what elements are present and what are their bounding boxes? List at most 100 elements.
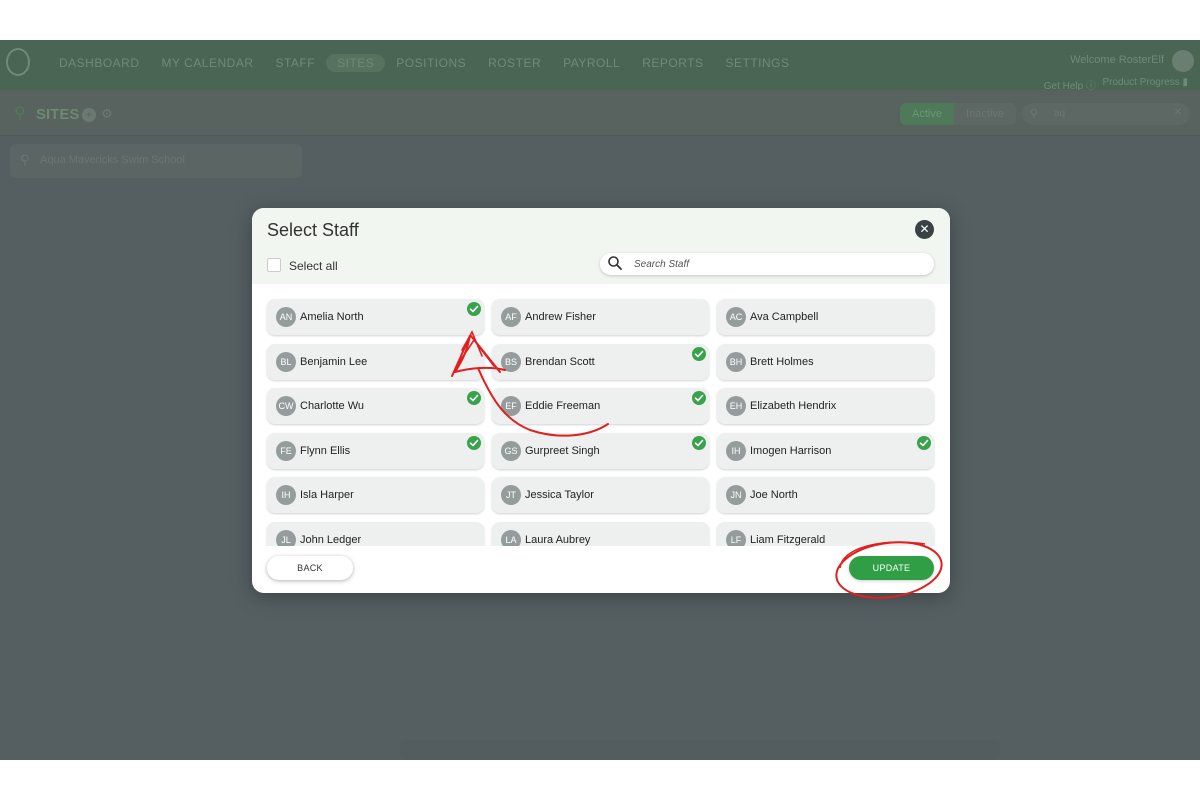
staff-name: Brendan Scott (525, 355, 595, 368)
staff-name: Amelia North (300, 311, 364, 323)
select-all-checkbox[interactable] (267, 258, 281, 272)
staff-initials-avatar: GS (501, 440, 521, 461)
selected-check-icon (692, 435, 706, 450)
modal-header: Select Staff ✕ Select all (252, 208, 950, 284)
staff-name: Liam Fitzgerald (750, 533, 826, 546)
modal-title: Select Staff (267, 220, 359, 240)
nav-item-my-calendar[interactable]: MY CALENDAR (151, 54, 265, 72)
staff-name: Imogen Harrison (750, 444, 832, 457)
user-avatar[interactable] (1172, 50, 1194, 72)
staff-card[interactable]: FE Flynn Ellis (267, 432, 484, 469)
staff-name: Elizabeth Hendrix (750, 400, 837, 412)
back-button[interactable]: BACK (267, 556, 353, 580)
staff-name: Eddie Freeman (525, 400, 601, 412)
staff-card[interactable]: JL John Ledger (267, 521, 484, 546)
main-nav: DASHBOARD MY CALENDAR STAFF SITES POSITIONS R… (48, 54, 801, 72)
staff-card[interactable]: JN Joe North (717, 477, 934, 513)
staff-card[interactable]: EF Eddie Freeman (492, 388, 709, 424)
staff-card[interactable]: EH Elizabeth Hendrix (717, 388, 934, 424)
site-search-input[interactable]: ⚲ aq ✕ (1022, 103, 1190, 125)
staff-search-input[interactable] (634, 256, 914, 272)
site-name: Aqua Mavericks Swim School (40, 154, 185, 166)
staff-initials-avatar: FE (276, 440, 296, 461)
add-site-icon[interactable]: + (82, 108, 96, 122)
staff-card[interactable]: BH Brett Holmes (717, 343, 934, 380)
selected-check-icon (692, 346, 706, 361)
staff-initials-avatar: IH (726, 440, 746, 461)
staff-name: Jessica Taylor (525, 489, 594, 501)
staff-card[interactable]: GS Gurpreet Singh (492, 432, 709, 469)
nav-item-sites[interactable]: SITES (326, 54, 386, 72)
staff-initials-avatar: BL (276, 351, 296, 372)
select-staff-modal: Select Staff ✕ Select all AN Amelia North… (252, 208, 950, 593)
nav-item-positions[interactable]: POSITIONS (385, 54, 477, 72)
staff-name: Joe North (750, 489, 798, 501)
staff-initials-avatar: AF (501, 307, 521, 327)
staff-card[interactable]: CW Charlotte Wu (267, 388, 484, 424)
staff-initials-avatar: IH (276, 485, 296, 505)
selected-check-icon (467, 302, 481, 316)
staff-card[interactable]: LA Laura Aubrey (492, 521, 709, 546)
selected-check-icon (917, 435, 931, 450)
staff-card[interactable]: AF Andrew Fisher (492, 299, 709, 335)
staff-name: Flynn Ellis (300, 444, 351, 457)
gear-icon[interactable]: ⚙ (101, 106, 113, 122)
select-all-label: Select all (289, 259, 338, 273)
staff-initials-avatar: LF (726, 529, 746, 546)
staff-initials-avatar: EH (726, 396, 746, 416)
staff-card[interactable]: LF Liam Fitzgerald (717, 521, 934, 546)
staff-card[interactable]: AC Ava Campbell (717, 299, 934, 335)
page-title: SITES (36, 106, 80, 123)
staff-initials-avatar: BH (726, 351, 746, 372)
staff-initials-avatar: JL (276, 529, 296, 546)
staff-card[interactable]: BS Brendan Scott (492, 343, 709, 380)
staff-name: Isla Harper (300, 489, 354, 501)
staff-initials-avatar: AN (276, 307, 296, 327)
clear-search-icon[interactable]: ✕ (1174, 107, 1182, 118)
background-panel (400, 740, 1000, 760)
nav-item-settings[interactable]: SETTINGS (715, 54, 801, 72)
site-list-item[interactable]: ⚲ Aqua Mavericks Swim School (10, 144, 302, 178)
staff-name: Ava Campbell (750, 311, 819, 323)
selected-check-icon (467, 435, 481, 450)
staff-card[interactable]: JT Jessica Taylor (492, 477, 709, 513)
app-logo-icon (6, 48, 30, 76)
staff-card[interactable]: AN Amelia North (267, 299, 484, 335)
product-progress-label: Product Progress (1102, 77, 1180, 88)
filter-inactive-toggle[interactable]: Inactive (954, 103, 1016, 125)
product-progress-link[interactable]: Product Progress ▮ (1102, 77, 1188, 88)
staff-name: Laura Aubrey (525, 533, 591, 546)
search-icon: ⚲ (1030, 108, 1039, 120)
staff-name: Brett Holmes (750, 355, 814, 368)
page-header: ⚲ SITES + ⚙ Active Inactive ⚲ aq ✕ (0, 90, 1200, 136)
location-pin-icon: ⚲ (20, 152, 30, 167)
search-icon (608, 256, 622, 270)
staff-name: Charlotte Wu (300, 400, 364, 412)
staff-name: John Ledger (300, 533, 362, 546)
nav-item-roster[interactable]: ROSTER (477, 54, 552, 72)
staff-card[interactable]: IH Isla Harper (267, 477, 484, 513)
staff-initials-avatar: BS (501, 351, 521, 372)
staff-initials-avatar: CW (276, 396, 296, 416)
selected-check-icon (467, 391, 481, 405)
staff-initials-avatar: LA (501, 529, 521, 546)
filter-active-toggle[interactable]: Active (900, 103, 954, 125)
top-navigation: DASHBOARD MY CALENDAR STAFF SITES POSITIONS R… (0, 40, 1200, 92)
nav-item-staff[interactable]: STAFF (264, 54, 326, 72)
welcome-text: Welcome RosterElf (1070, 54, 1164, 66)
location-pin-icon: ⚲ (14, 105, 26, 122)
close-icon[interactable]: ✕ (915, 220, 934, 239)
staff-card[interactable]: IH Imogen Harrison (717, 432, 934, 469)
staff-initials-avatar: EF (501, 396, 521, 416)
staff-name: Benjamin Lee (300, 355, 368, 368)
staff-card[interactable]: BL Benjamin Lee (267, 343, 484, 380)
staff-grid: AN Amelia North AF Andrew Fisher AC Ava Campb… (252, 284, 950, 546)
staff-search-box (600, 253, 934, 275)
nav-item-payroll[interactable]: PAYROLL (552, 54, 631, 72)
staff-initials-avatar: JT (501, 485, 521, 505)
staff-initials-avatar: JN (726, 485, 746, 505)
nav-item-reports[interactable]: REPORTS (631, 54, 714, 72)
nav-item-dashboard[interactable]: DASHBOARD (48, 54, 151, 72)
update-button[interactable]: UPDATE (849, 556, 934, 580)
staff-name: Gurpreet Singh (525, 444, 600, 457)
